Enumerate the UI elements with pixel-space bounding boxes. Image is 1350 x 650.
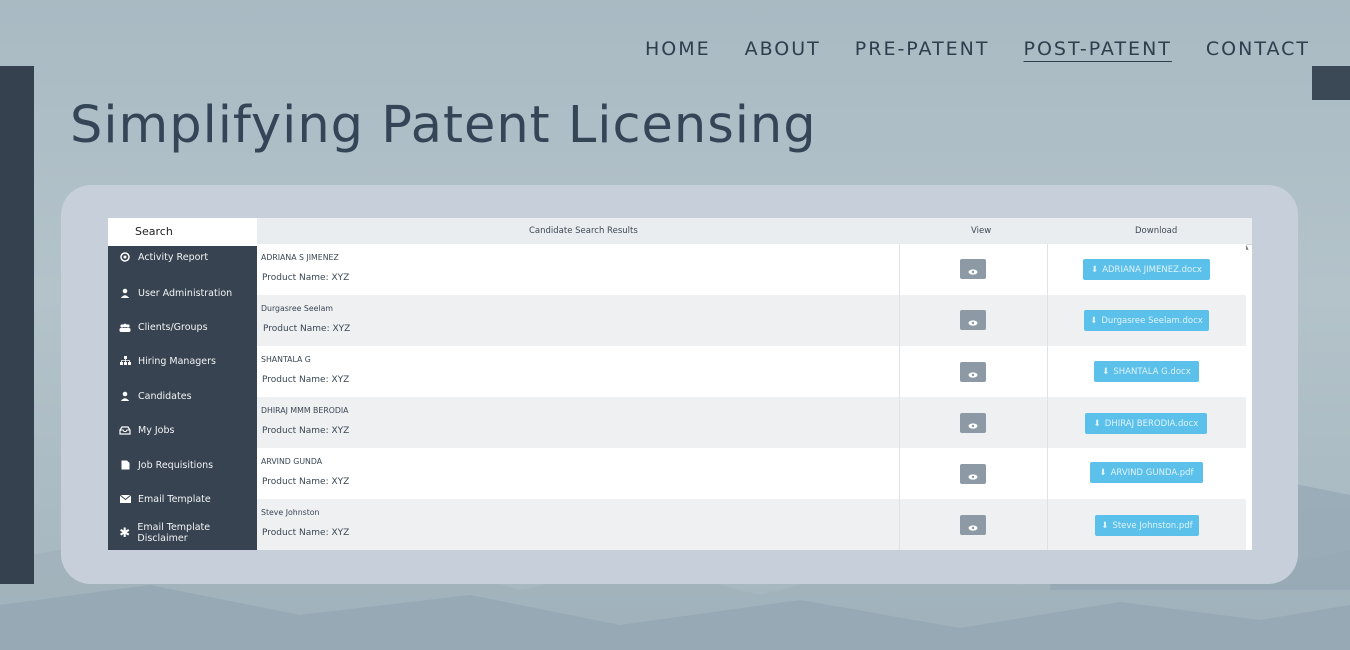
user-icon [119,390,131,402]
eye-icon [968,465,978,484]
nav-contact[interactable]: CONTACT [1206,38,1310,60]
view-button[interactable] [960,464,986,484]
group-icon [119,321,131,333]
sidebar-item-email-template[interactable]: Email Template [108,487,257,511]
download-filename: ARVIND GUNDA.pdf [1110,467,1194,478]
sidebar-item-hiring-managers[interactable]: Hiring Managers [108,349,257,373]
product-name: Product Name: XYZ [262,477,350,487]
download-button[interactable]: ⬇ SHANTALA G.docx [1094,361,1199,382]
column-divider [899,244,900,550]
document-icon [119,459,131,471]
nav-about[interactable]: ABOUT [745,38,821,60]
download-icon: ⬇ [1090,315,1098,326]
org-chart-icon [119,355,131,367]
right-accent-block [1312,66,1350,100]
product-name: Product Name: XYZ [263,324,351,334]
table-row: Durgasree Seelam Product Name: XYZ ⬇ Durg… [257,295,1246,347]
download-filename: Steve Johnston.pdf [1112,520,1193,531]
sidebar-item-clients-groups[interactable]: Clients/Groups [108,315,257,339]
candidate-name[interactable]: Durgasree Seelam [261,304,333,313]
candidate-name[interactable]: Steve Johnston [261,508,319,517]
view-button[interactable] [960,310,986,330]
inbox-icon [119,424,131,436]
header-view: View [971,226,992,236]
candidate-name[interactable]: ADRIANA S JIMENEZ [261,253,339,262]
activity-icon [119,251,131,263]
sidebar-item-label: Email Template [138,493,211,505]
sidebar-item-label: Job Requisitions [138,459,214,471]
download-icon: ⬇ [1102,366,1110,377]
nav-post-patent[interactable]: POST-PATENT [1024,38,1172,60]
download-icon: ⬇ [1093,418,1101,429]
app-panel: Search Activity Report User Administrati… [108,218,1252,550]
eye-icon [968,414,978,433]
candidate-name[interactable]: ARVIND GUNDA [261,457,322,466]
sidebar: Search Activity Report User Administrati… [108,218,257,550]
hero-title: Simplifying Patent Licensing [70,96,817,155]
product-name: Product Name: XYZ [262,375,350,385]
eye-icon [968,363,978,382]
download-button[interactable]: ⬇ ARVIND GUNDA.pdf [1090,462,1203,483]
table-row: Steve Johnston Product Name: XYZ ⬇ Steve … [257,499,1246,550]
sidebar-item-label: Hiring Managers [138,355,216,367]
view-button[interactable] [960,515,986,535]
sidebar-item-my-jobs[interactable]: My Jobs [108,418,257,442]
download-filename: SHANTALA G.docx [1113,366,1191,377]
view-button[interactable] [960,259,986,279]
product-name: Product Name: XYZ [262,426,350,436]
download-button[interactable]: ⬇ Durgasree Seelam.docx [1084,310,1209,331]
eye-icon [968,516,978,535]
header-candidate-search-results: Candidate Search Results [529,226,638,236]
view-button[interactable] [960,413,986,433]
sidebar-item-label: User Administration [138,287,233,299]
sidebar-item-label: Email Template Disclaimer [137,522,211,544]
download-filename: DHIRAJ BERODIA.docx [1104,418,1199,429]
table-row: SHANTALA G Product Name: XYZ ⬇ SHANTALA G… [257,346,1246,398]
sidebar-item-label: My Jobs [138,424,175,436]
download-filename: Durgasree Seelam.docx [1101,315,1203,326]
sidebar-item-email-template-disclaimer[interactable]: ✱ Email Template Disclaimer [108,521,257,545]
left-accent-bar [0,66,34,584]
download-button[interactable]: ⬇ DHIRAJ BERODIA.docx [1085,413,1207,434]
table-header: Candidate Search Results View Download [257,218,1252,245]
eye-icon [968,260,978,279]
product-name: Product Name: XYZ [262,528,350,538]
sidebar-item-label: Candidates [138,390,192,402]
envelope-icon [119,493,131,505]
header-download: Download [1135,226,1178,236]
sidebar-item-label: Activity Report [138,251,209,263]
sidebar-item-candidates[interactable]: Candidates [108,384,257,408]
sidebar-item-job-requisitions[interactable]: Job Requisitions [108,453,257,477]
product-name: Product Name: XYZ [262,273,350,283]
download-button[interactable]: ⬇ Steve Johnston.pdf [1095,515,1199,536]
eye-icon [968,311,978,330]
table-row: DHIRAJ MMM BERODIA Product Name: XYZ ⬇ DH… [257,397,1246,449]
column-divider [1047,244,1048,550]
sidebar-item-user-administration[interactable]: User Administration [108,281,257,305]
user-icon [119,287,131,299]
download-icon: ⬇ [1099,467,1107,478]
download-filename: ADRIANA JIMENEZ.docx [1102,264,1202,275]
view-button[interactable] [960,362,986,382]
asterisk-icon: ✱ [119,525,131,541]
candidate-name[interactable]: DHIRAJ MMM BERODIA [261,406,349,415]
nav-home[interactable]: HOME [645,38,711,60]
top-navigation: HOME ABOUT PRE-PATENT POST-PATENT CONTAC… [645,38,1310,60]
download-button[interactable]: ⬇ ADRIANA JIMENEZ.docx [1083,259,1210,280]
sidebar-item-activity-report[interactable]: Activity Report [108,245,257,269]
download-icon: ⬇ [1101,520,1109,531]
candidate-name[interactable]: SHANTALA G [261,355,311,364]
table-row: ADRIANA S JIMENEZ Product Name: XYZ ⬇ ADR… [257,244,1246,296]
sidebar-item-label: Clients/Groups [138,321,208,333]
nav-pre-patent[interactable]: PRE-PATENT [855,38,990,60]
table-row: ARVIND GUNDA Product Name: XYZ ⬇ ARVIND G… [257,448,1246,500]
sidebar-search[interactable]: Search [108,218,257,246]
download-icon: ⬇ [1091,264,1099,275]
